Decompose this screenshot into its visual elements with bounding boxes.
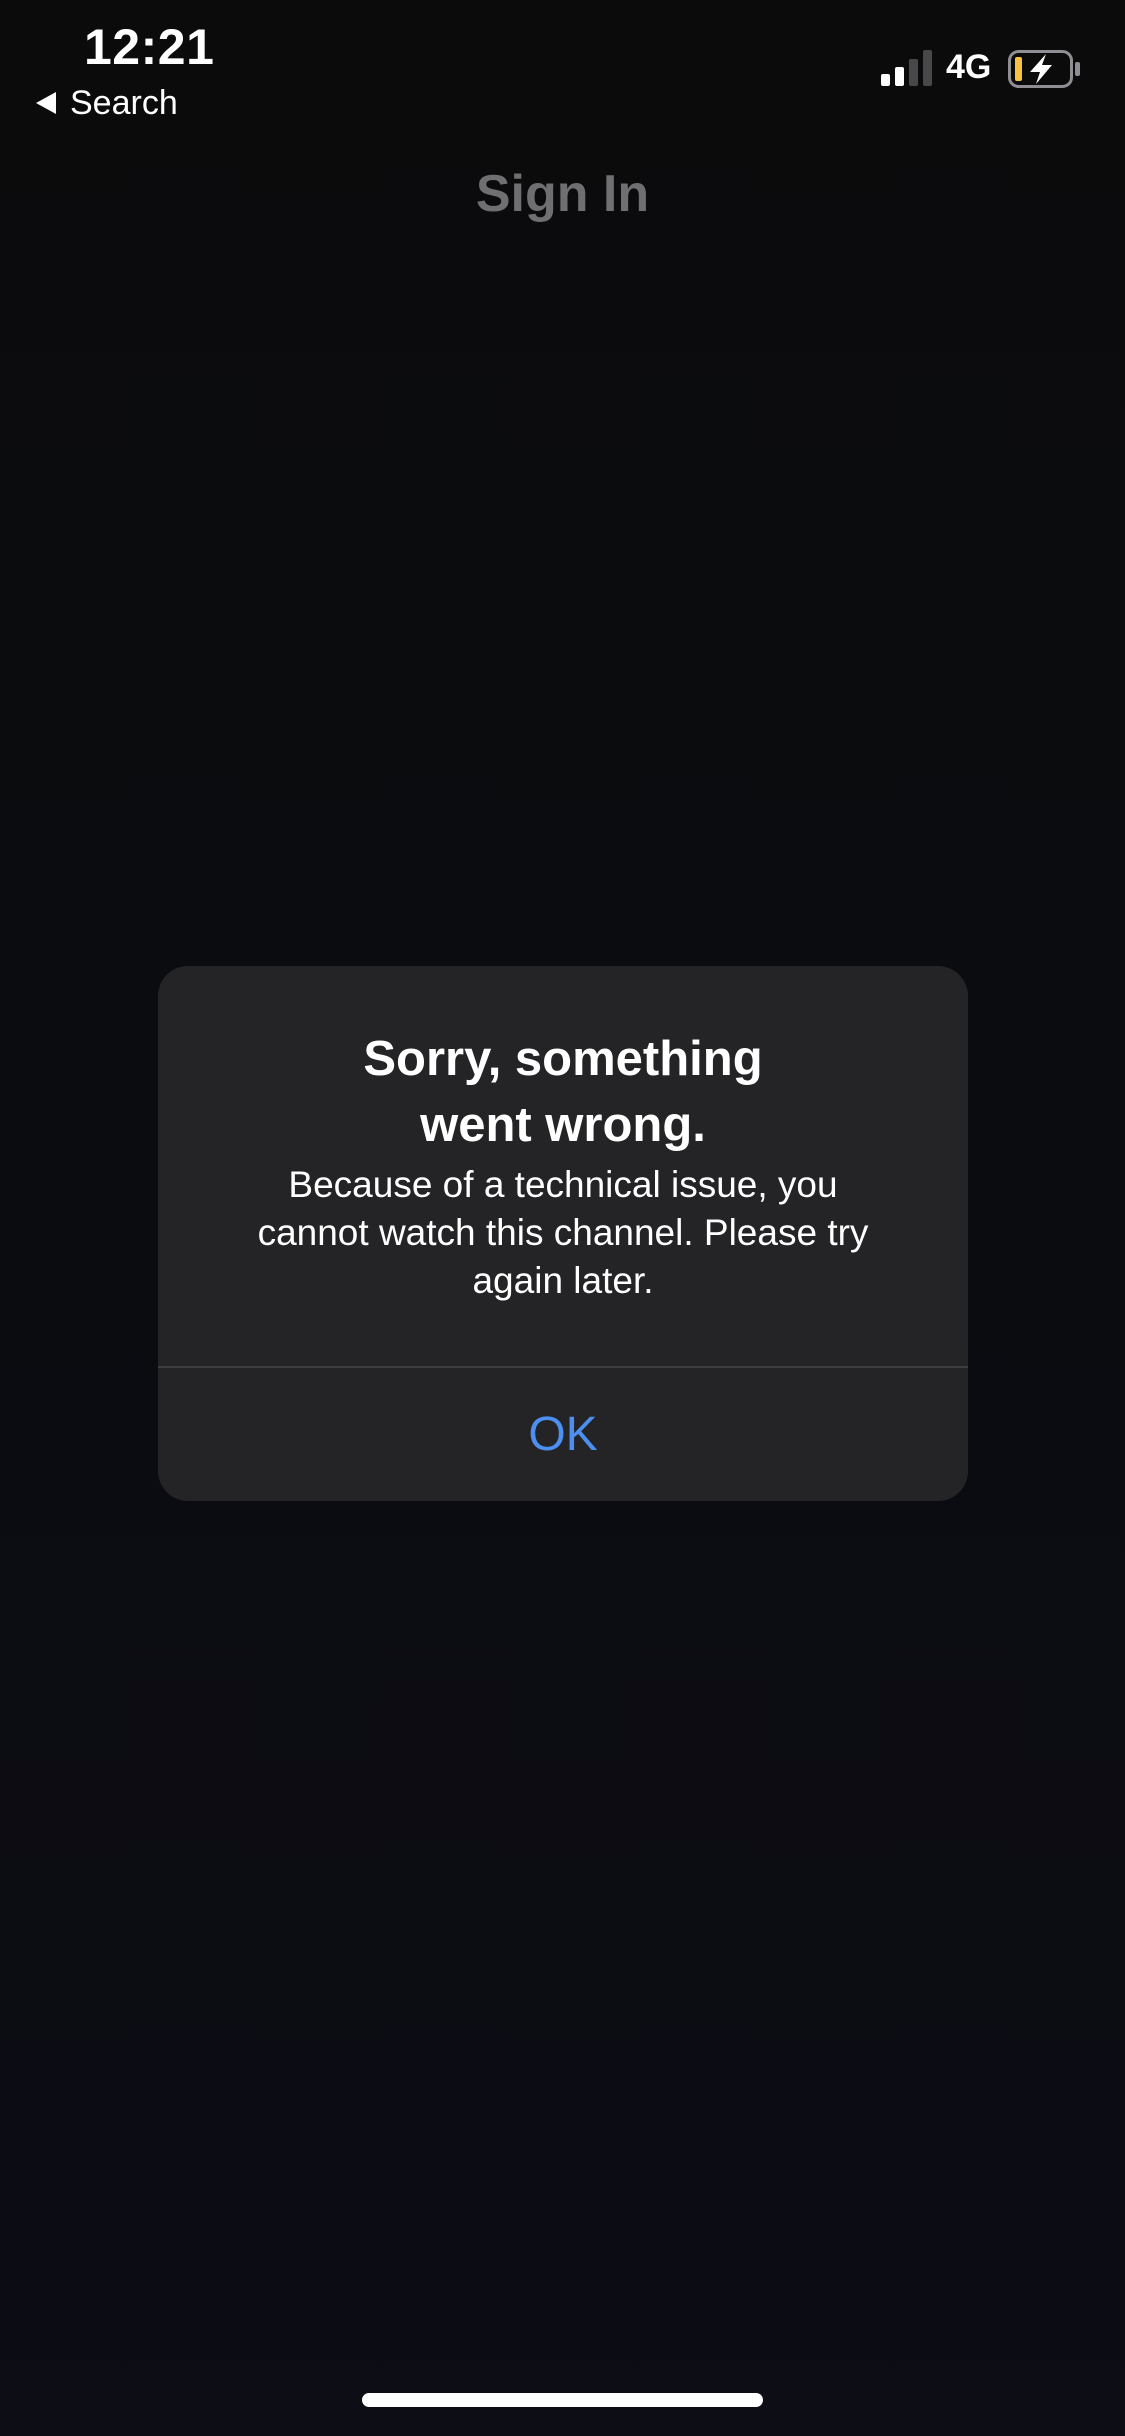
battery-charging-icon xyxy=(1008,50,1080,88)
sign-in-screen: 12:21 Search 4G Sign In Sorry, something… xyxy=(0,0,1125,2436)
ok-button[interactable]: OK xyxy=(158,1368,968,1501)
home-indicator[interactable] xyxy=(362,2393,763,2407)
alert-title-line-2: went wrong. xyxy=(420,1098,706,1152)
battery-level xyxy=(1015,57,1022,81)
error-alert-dialog: Sorry, something went wrong. Because of … xyxy=(158,966,968,1501)
page-title: Sign In xyxy=(475,165,650,223)
network-type: 4G xyxy=(946,48,992,86)
back-to-search-button[interactable]: Search xyxy=(36,82,178,124)
alert-title: Sorry, something went wrong. xyxy=(238,1026,888,1158)
back-label: Search xyxy=(70,83,178,122)
alert-message-line-3: again later. xyxy=(472,1260,654,1301)
cellular-signal-icon xyxy=(881,50,932,86)
signal-bar-2 xyxy=(895,67,904,86)
signal-bar-1 xyxy=(881,74,890,86)
back-arrow-icon xyxy=(36,92,56,114)
status-time: 12:21 xyxy=(84,19,215,75)
alert-message-line-1: Because of a technical issue, you xyxy=(288,1164,838,1205)
signal-bar-4 xyxy=(923,50,932,86)
alert-message: Because of a technical issue, you cannot… xyxy=(208,1161,918,1305)
alert-message-line-2: cannot watch this channel. Please try xyxy=(257,1212,869,1253)
signal-bar-3 xyxy=(909,59,918,86)
alert-title-line-1: Sorry, something xyxy=(363,1032,763,1086)
charging-bolt-icon xyxy=(1030,54,1052,84)
